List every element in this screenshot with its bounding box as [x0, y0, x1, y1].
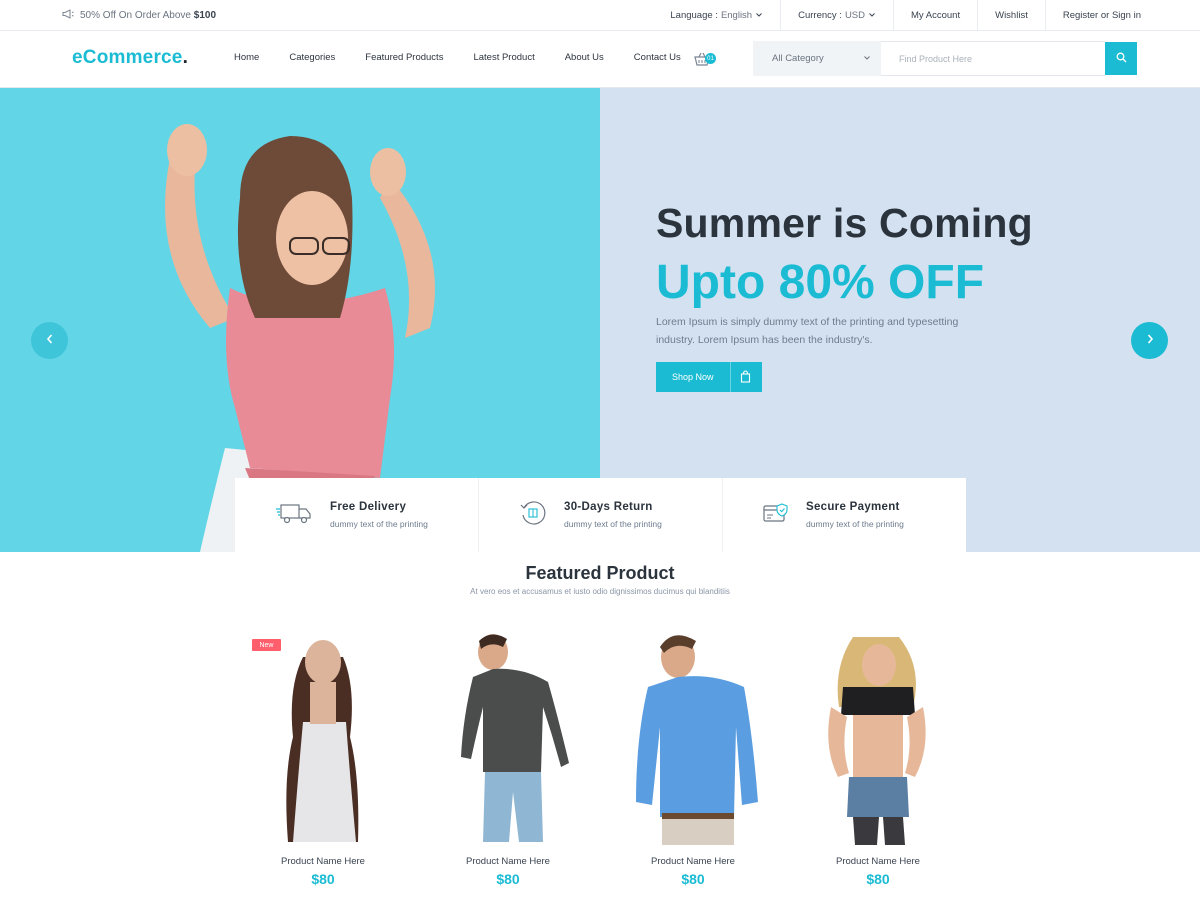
slider-prev-button[interactable]	[31, 322, 68, 359]
chevron-down-icon	[755, 10, 763, 21]
feature-title: Secure Payment	[806, 501, 900, 513]
product-image	[636, 635, 758, 845]
megaphone-icon	[62, 9, 74, 22]
product-card[interactable]: Product Name Here $80	[433, 627, 583, 897]
language-value: English	[720, 10, 753, 21]
product-price: $80	[681, 871, 705, 887]
new-badge: New	[252, 639, 281, 651]
feature-title: Free Delivery	[330, 501, 407, 513]
my-account-link[interactable]: My Account	[893, 0, 977, 31]
chevron-right-icon	[1145, 332, 1155, 350]
language-selector[interactable]: Language : English	[653, 0, 780, 31]
return-icon	[519, 499, 547, 532]
chevron-down-icon	[863, 53, 871, 64]
hero-title: Summer is Coming	[656, 200, 1033, 246]
product-image	[461, 634, 569, 842]
language-label: Language :	[670, 10, 718, 21]
promo-text: 50% Off On Order Above	[80, 10, 191, 21]
feature-return: 30-Days Return dummy text of the printin…	[478, 478, 722, 552]
shopping-bag-icon	[740, 370, 751, 385]
search-bar: All Category	[753, 41, 1137, 76]
main-nav: eCommerce. Home Categories Featured Prod…	[0, 31, 1200, 88]
nav-menu: Home Categories Featured Products Latest…	[219, 52, 696, 63]
section-subtitle: At vero eos et accusamus et iusto odio d…	[470, 587, 730, 596]
top-bar: 50% Off On Order Above $100 Language : E…	[0, 0, 1200, 31]
nav-about-us[interactable]: About Us	[550, 52, 619, 63]
slider-next-button[interactable]	[1131, 322, 1168, 359]
product-image	[828, 637, 926, 845]
search-icon	[1116, 51, 1127, 66]
chevron-left-icon	[45, 332, 55, 350]
chevron-down-icon	[868, 10, 876, 21]
promo-banner: 50% Off On Order Above $100	[62, 9, 216, 22]
shop-now-button[interactable]: Shop Now	[656, 362, 762, 392]
feature-desc: dummy text of the printing	[330, 519, 428, 529]
feature-free-delivery: Free Delivery dummy text of the printing	[235, 478, 478, 552]
product-price: $80	[311, 871, 335, 887]
nav-featured-products[interactable]: Featured Products	[350, 52, 458, 63]
shop-now-label: Shop Now	[672, 372, 714, 382]
currency-value: USD	[844, 10, 865, 21]
product-card[interactable]: Product Name Here $80	[803, 627, 953, 897]
nav-contact-us[interactable]: Contact Us	[619, 52, 696, 63]
currency-label: Currency :	[798, 10, 842, 21]
feature-title: 30-Days Return	[564, 501, 653, 513]
promo-amount: $100	[193, 10, 217, 21]
product-card[interactable]: Product Name Here $80	[618, 627, 768, 897]
product-price: $80	[496, 871, 520, 887]
truck-icon	[275, 501, 313, 530]
hero-subtitle: Upto 80% OFF	[656, 256, 985, 309]
product-name: Product Name Here	[836, 856, 920, 867]
product-image	[286, 640, 359, 842]
product-name: Product Name Here	[281, 856, 365, 867]
section-title: Featured Product	[525, 563, 675, 583]
nav-home[interactable]: Home	[219, 52, 274, 63]
register-signin-link[interactable]: Register or Sign in	[1044, 0, 1158, 31]
nav-categories[interactable]: Categories	[274, 52, 350, 63]
product-name: Product Name Here	[466, 856, 550, 867]
search-input[interactable]	[881, 41, 1105, 76]
category-select-value: All Category	[772, 53, 824, 64]
secure-payment-icon	[763, 502, 789, 529]
features-strip: Free Delivery dummy text of the printing…	[235, 478, 966, 552]
currency-selector[interactable]: Currency : USD	[780, 0, 893, 31]
cart-button[interactable]: 01	[694, 52, 716, 68]
product-price: $80	[866, 871, 890, 887]
product-card[interactable]: Product Name Here $80	[248, 627, 398, 897]
button-divider	[730, 362, 731, 392]
feature-secure-payment: Secure Payment dummy text of the printin…	[722, 478, 966, 552]
logo-dot: .	[182, 47, 189, 68]
logo-text: eCommerce	[72, 47, 183, 68]
feature-desc: dummy text of the printing	[806, 519, 904, 529]
feature-desc: dummy text of the printing	[564, 519, 662, 529]
product-name: Product Name Here	[651, 856, 735, 867]
category-select[interactable]: All Category	[753, 41, 881, 76]
search-button[interactable]	[1105, 42, 1137, 75]
logo[interactable]: eCommerce.	[72, 47, 188, 69]
wishlist-link[interactable]: Wishlist	[977, 0, 1045, 31]
nav-latest-product[interactable]: Latest Product	[458, 52, 549, 63]
cart-count-badge: 01	[705, 53, 716, 64]
hero-description: Lorem Ipsum is simply dummy text of the …	[656, 316, 959, 346]
